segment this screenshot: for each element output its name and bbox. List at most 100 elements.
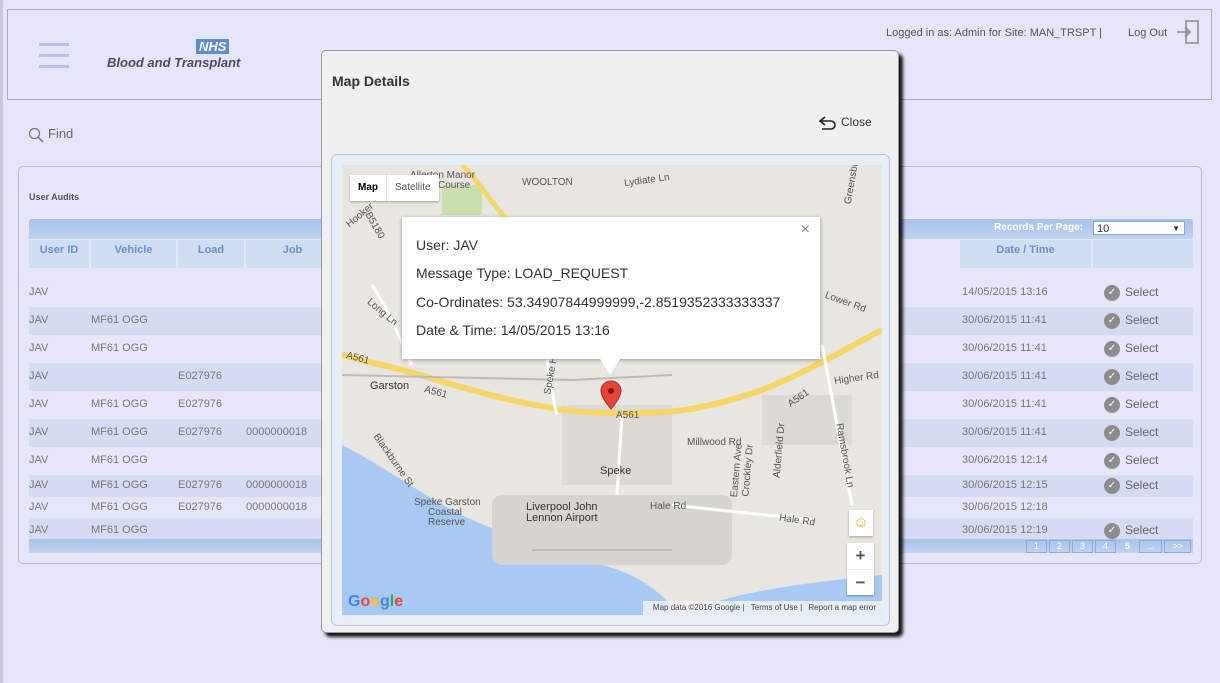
cell-date-time: 30/06/2015 11:41	[962, 370, 1047, 382]
page-left-border	[0, 0, 3, 683]
map-type-control: Map Satellite	[350, 175, 439, 201]
cell-user-id: JAV	[29, 501, 49, 513]
page-link[interactable]: 4	[1094, 540, 1116, 553]
cell-load: E027976	[178, 479, 223, 491]
info-user: User: JAV	[416, 237, 478, 253]
info-date-time: Date & Time: 14/05/2015 13:16	[416, 322, 610, 338]
chevron-down-icon: ▼	[1172, 224, 1180, 233]
col-header-user-id[interactable]: User ID	[29, 240, 89, 268]
page-link[interactable]: 2	[1048, 540, 1070, 553]
cell-vehicle: MF61 OGG	[91, 314, 148, 326]
cell-date-time: 30/06/2015 11:41	[962, 398, 1047, 410]
cell-load: E027976	[178, 426, 223, 438]
cell-job: 0000000018	[246, 479, 308, 491]
select-button[interactable]: ✓ Select	[1104, 523, 1158, 539]
cell-date-time: 30/06/2015 12:19	[962, 524, 1048, 536]
pagination: 1 2 3 4 5... >>	[1024, 540, 1191, 553]
find-button[interactable]: Find	[28, 126, 73, 143]
cell-user-id: JAV	[29, 370, 49, 382]
cell-job: 0000000018	[246, 426, 308, 438]
records-per-page-select[interactable]: 10 ▼	[1093, 221, 1185, 235]
map-view[interactable]: Allerton Manor Course WOOLTON Lydiate Ln…	[342, 165, 882, 615]
cell-date-time: 30/06/2015 11:41	[962, 426, 1047, 438]
map-label-woolton: WOOLTON	[522, 177, 573, 188]
cell-date-time: 30/06/2015 11:41	[962, 342, 1047, 354]
cell-vehicle: MF61 OGG	[91, 426, 148, 438]
cell-load: E027976	[178, 398, 223, 410]
check-circle-icon: ✓	[1104, 285, 1120, 301]
page-link[interactable]: ...	[1138, 540, 1163, 553]
zoom-out-button[interactable]: −	[847, 570, 874, 596]
terms-of-use-link[interactable]: Terms of Use	[751, 603, 798, 612]
select-button[interactable]: ✓ Select	[1104, 425, 1158, 441]
check-circle-icon: ✓	[1104, 313, 1120, 329]
cell-load: E027976	[178, 370, 223, 382]
map-type-map[interactable]: Map	[350, 175, 387, 201]
find-label: Find	[48, 126, 74, 141]
zoom-control: + −	[847, 543, 874, 595]
cell-load: E027976	[178, 501, 223, 513]
logout-link[interactable]: Log Out	[1128, 27, 1167, 39]
dialog-title: Map Details	[332, 73, 410, 89]
cell-date-time: 30/06/2015 11:41	[962, 314, 1047, 326]
map-label-a561-c: A561	[616, 410, 640, 421]
cell-user-id: JAV	[29, 286, 49, 298]
col-header-actions	[1093, 240, 1193, 268]
report-map-error-link[interactable]: Report a map error	[808, 603, 876, 612]
menu-icon[interactable]	[39, 43, 69, 69]
map-data-text: Map data ©2016 Google	[652, 603, 741, 612]
cell-vehicle: MF61 OGG	[91, 342, 148, 354]
cell-date-time: 30/06/2015 12:15	[962, 479, 1048, 491]
check-circle-icon: ✓	[1104, 478, 1120, 494]
map-type-satellite[interactable]: Satellite	[387, 175, 439, 201]
cell-date-time: 30/06/2015 12:18	[962, 501, 1048, 513]
select-button[interactable]: ✓ Select	[1104, 369, 1158, 385]
logout-icon[interactable]	[1175, 19, 1201, 45]
google-logo[interactable]: Google	[348, 593, 403, 611]
zoom-in-button[interactable]: +	[847, 543, 874, 570]
check-circle-icon: ✓	[1104, 453, 1120, 469]
map-pin-icon[interactable]	[600, 380, 622, 410]
street-view-pegman-icon[interactable]: ☺	[849, 510, 873, 536]
col-header-load[interactable]: Load	[178, 240, 244, 268]
cell-user-id: JAV	[29, 398, 49, 410]
col-header-vehicle[interactable]: Vehicle	[91, 240, 176, 268]
map-attribution: Map data ©2016 Google | Terms of Use | R…	[642, 601, 882, 615]
map-label-reserve: Reserve	[428, 517, 466, 528]
page-link[interactable]: 1	[1025, 540, 1047, 553]
close-button[interactable]: Close	[818, 115, 872, 130]
logged-in-text: Logged in as: Admin for Site: MAN_TRSPT …	[886, 27, 1103, 39]
map-label-speke: Speke	[600, 465, 632, 477]
select-button[interactable]: ✓ Select	[1104, 478, 1158, 494]
cell-vehicle: MF61 OGG	[91, 479, 148, 491]
cell-date-time: 14/05/2015 13:16	[962, 286, 1048, 298]
select-button[interactable]: ✓ Select	[1104, 313, 1158, 329]
cell-vehicle: MF61 OGG	[91, 454, 148, 466]
cell-user-id: JAV	[29, 314, 49, 326]
check-circle-icon: ✓	[1104, 341, 1120, 357]
select-button[interactable]: ✓ Select	[1104, 453, 1158, 469]
undo-arrow-icon	[818, 116, 836, 130]
nhs-logo-badge: NHS	[196, 39, 230, 54]
col-header-date-time[interactable]: Date / Time	[960, 240, 1091, 268]
close-icon[interactable]: ×	[801, 221, 810, 239]
cell-user-id: JAV	[29, 524, 49, 536]
cell-user-id: JAV	[29, 479, 49, 491]
page-link[interactable]: 5	[1118, 541, 1137, 552]
cell-job: 0000000018	[246, 501, 308, 513]
page-link[interactable]: >>	[1164, 540, 1191, 553]
select-button[interactable]: ✓ Select	[1104, 397, 1158, 413]
check-circle-icon: ✓	[1104, 523, 1120, 539]
cell-vehicle: MF61 OGG	[91, 398, 148, 410]
select-button[interactable]: ✓ Select	[1104, 285, 1158, 301]
map-frame: Allerton Manor Course WOOLTON Lydiate Ln…	[331, 154, 890, 626]
info-window-tail	[600, 359, 620, 375]
cell-user-id: JAV	[29, 454, 49, 466]
check-circle-icon: ✓	[1104, 397, 1120, 413]
select-button[interactable]: ✓ Select	[1104, 341, 1158, 357]
cell-date-time: 30/06/2015 12:14	[962, 454, 1048, 466]
page-link[interactable]: 3	[1071, 540, 1093, 553]
search-icon	[28, 127, 44, 143]
records-per-page-label: Records Per Page:	[994, 222, 1083, 233]
check-circle-icon: ✓	[1104, 425, 1120, 441]
